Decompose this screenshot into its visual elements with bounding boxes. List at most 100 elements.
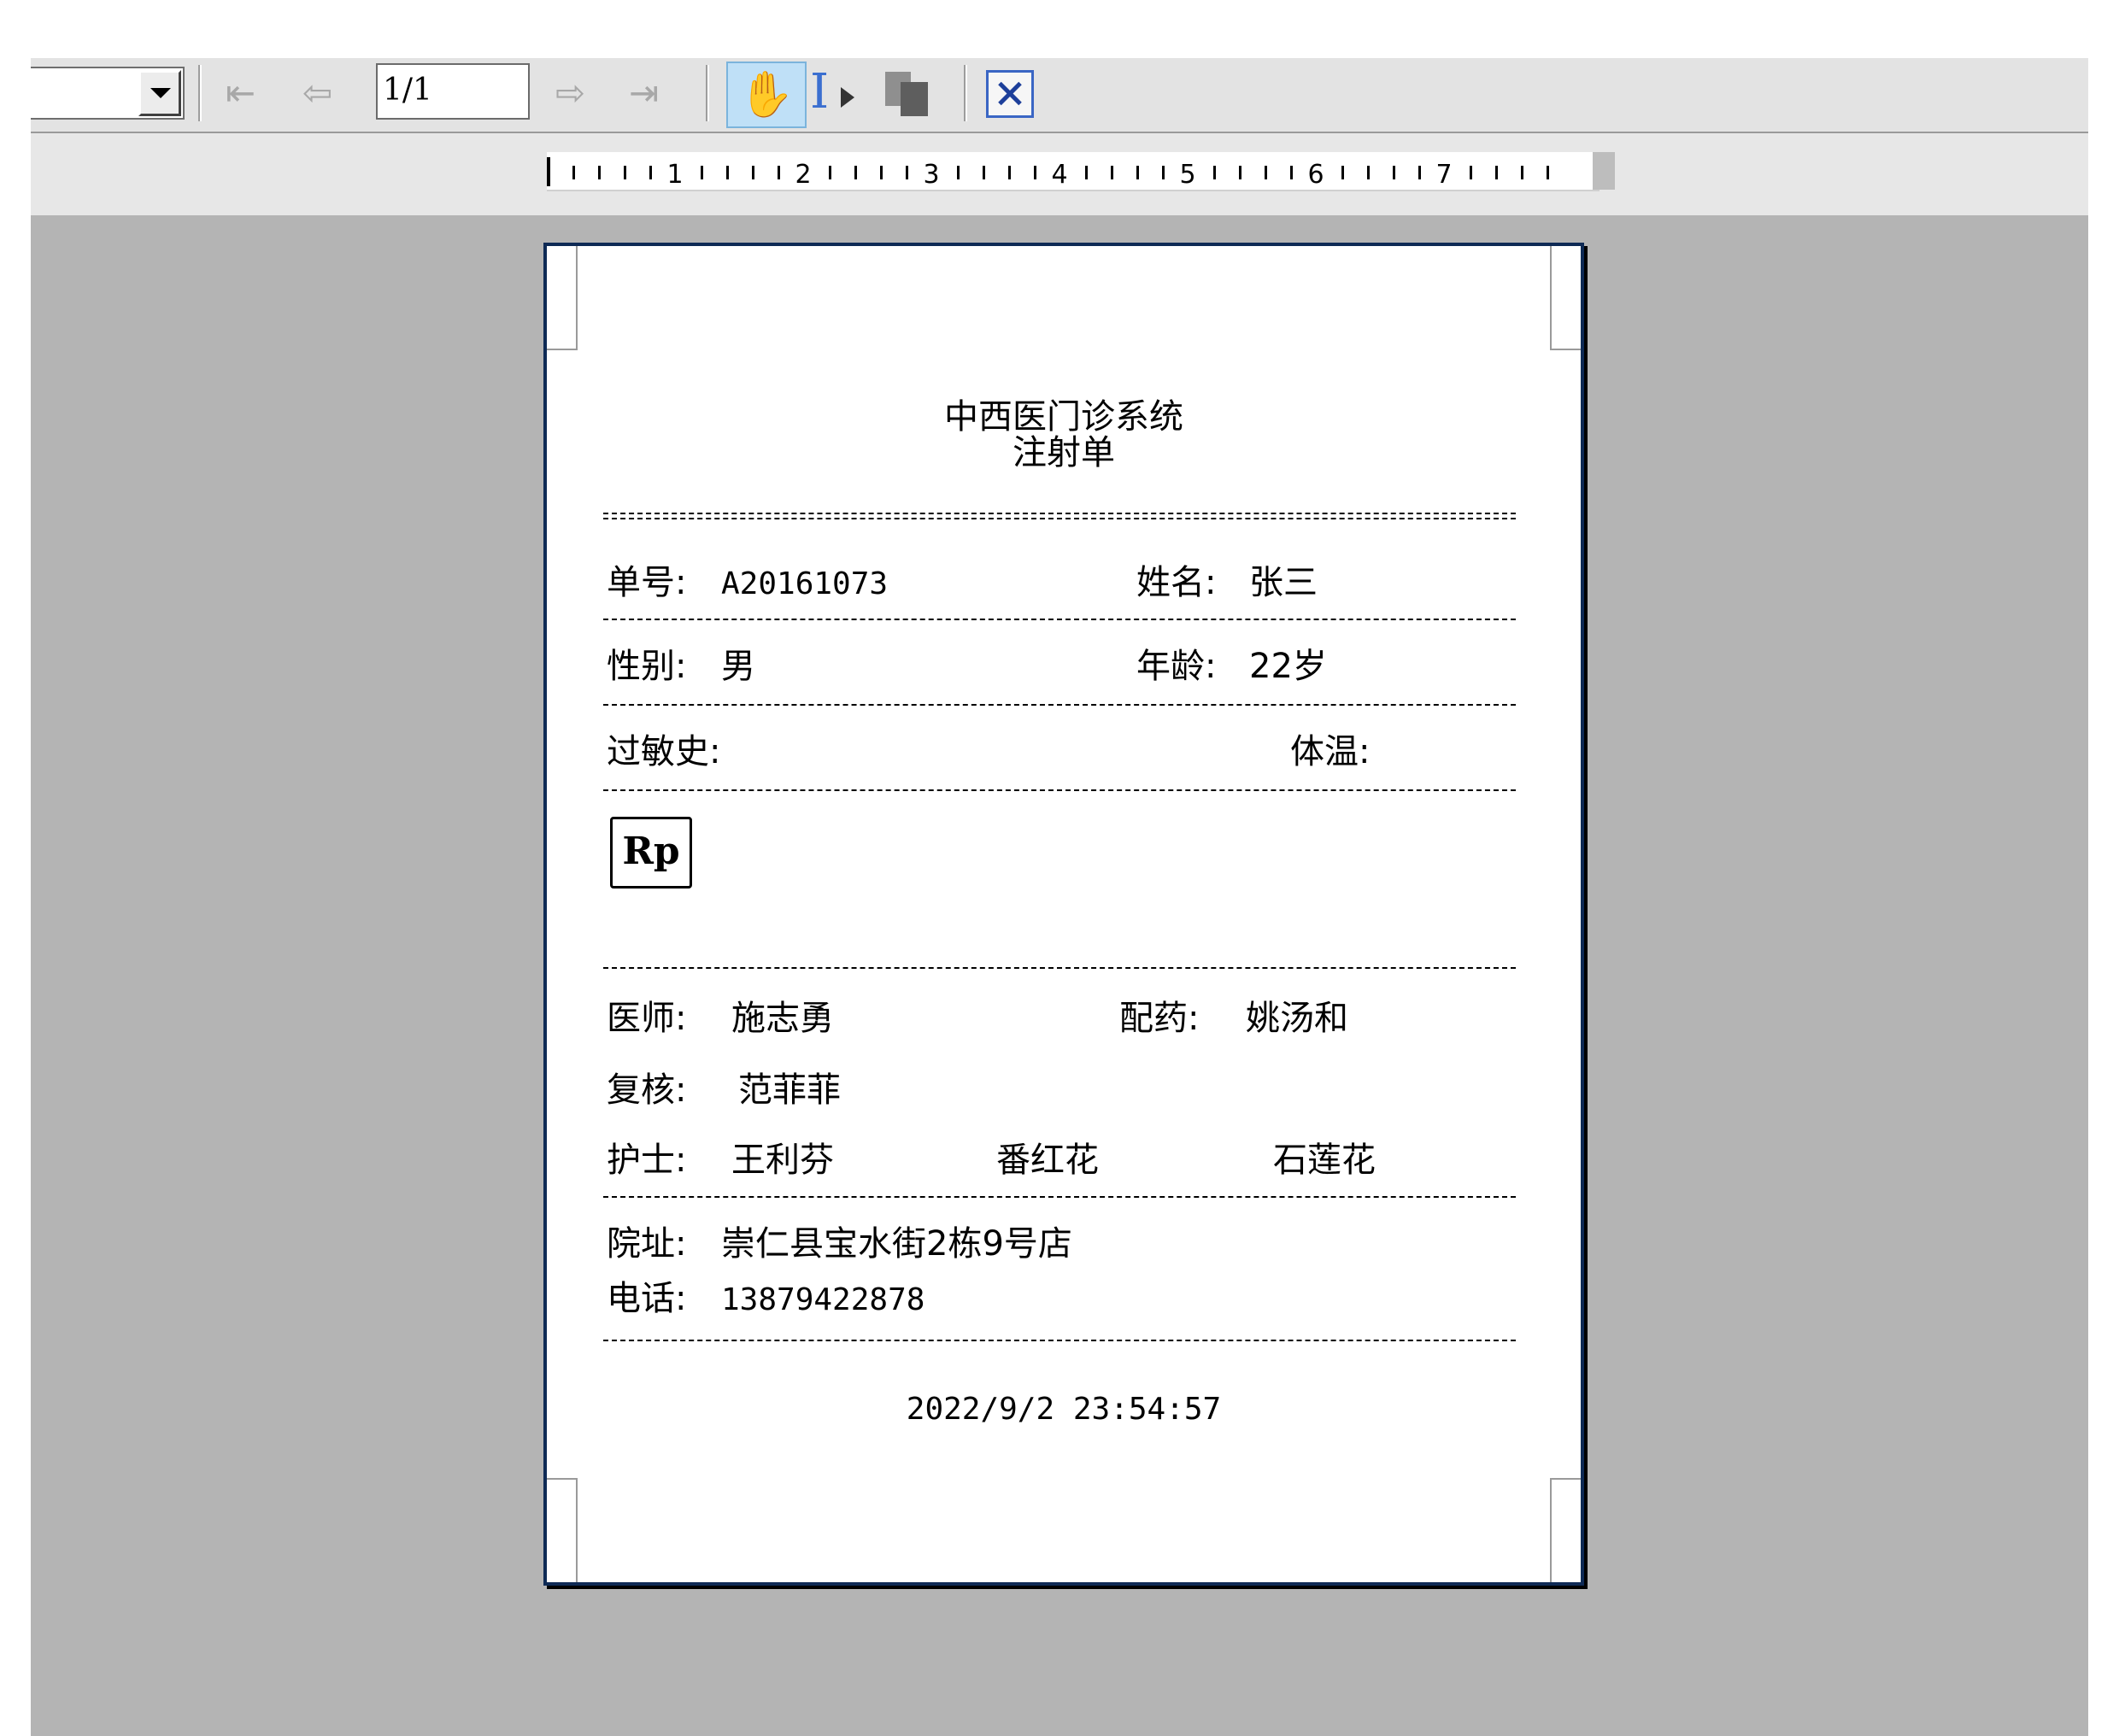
ruler-margin-handle[interactable] (1593, 152, 1615, 190)
ruler-tick (1521, 166, 1523, 179)
row-divider (603, 1340, 1516, 1341)
age-value: 22岁 (1249, 647, 1327, 686)
row-divider (603, 1196, 1516, 1198)
address-label: 院址: (607, 1224, 687, 1264)
ruler-tick (880, 166, 883, 179)
zoom-select[interactable] (31, 67, 185, 120)
ruler-tick (1418, 166, 1421, 179)
report-title: 中西医门诊系统 (944, 397, 1183, 437)
close-icon[interactable] (986, 70, 1034, 118)
phone-label: 电话: (607, 1279, 687, 1318)
last-page-icon[interactable]: ⇥ (629, 70, 659, 116)
copy-icon[interactable] (885, 72, 931, 118)
ruler-tick (726, 166, 729, 179)
toolbar-separator (964, 65, 967, 121)
row-divider (603, 789, 1516, 791)
phone-value: 13879422878 (721, 1282, 925, 1317)
ruler-tick (1085, 166, 1088, 179)
horizontal-ruler: 1 2 3 4 5 6 7 (547, 152, 1600, 191)
print-timestamp: 2022/9/2 23:54:57 (906, 1392, 1222, 1427)
ruler-tick (1341, 166, 1344, 179)
ruler-tick (1034, 166, 1036, 179)
row-divider (603, 704, 1516, 706)
order-label: 单号: (607, 563, 687, 602)
address-value: 崇仁县宝水街2栋9号店 (721, 1224, 1072, 1264)
text-select-arrow-icon (841, 87, 854, 108)
ruler-tick (624, 166, 626, 179)
doctor-value: 施志勇 (731, 999, 834, 1038)
previous-page-icon[interactable]: ⇦ (302, 70, 332, 116)
report-page: 中西医门诊系统 注射单 单号: A20161073 姓名: 张三 性别: 男 年… (543, 243, 1584, 1586)
review-value: 范菲菲 (738, 1070, 841, 1110)
ruler-band: 1 2 3 4 5 6 7 (31, 133, 2088, 215)
nurse-value: 石莲花 (1273, 1141, 1376, 1180)
dispense-value: 姚汤和 (1246, 999, 1348, 1038)
hand-tool-button[interactable]: ✋ (726, 62, 807, 128)
ruler-tick (1495, 166, 1498, 179)
ruler-tick (1111, 166, 1113, 179)
rp-symbol: Rp (610, 817, 692, 889)
order-value: A20161073 (721, 566, 889, 601)
report-subtitle: 注射单 (1013, 433, 1115, 472)
ruler-tick (1265, 166, 1267, 179)
ruler-label: 4 (1051, 160, 1067, 190)
ruler-label: 6 (1307, 160, 1324, 190)
age-label: 年龄: (1136, 647, 1217, 686)
ruler-tick (1547, 166, 1549, 179)
first-page-icon[interactable]: ⇤ (226, 70, 255, 116)
ruler-label: 2 (795, 160, 811, 190)
ruler-origin-mark (547, 157, 550, 186)
ruler-tick (854, 166, 857, 179)
ruler-tick (983, 166, 985, 179)
temperature-label: 体温: (1290, 732, 1371, 771)
sex-label: 性别: (607, 647, 687, 686)
ruler-tick (1213, 166, 1216, 179)
toolbar-separator (706, 65, 709, 121)
ruler-tick (906, 166, 908, 179)
sex-value: 男 (721, 647, 755, 686)
next-page-icon[interactable]: ⇨ (555, 70, 585, 116)
ruler-tick (1136, 166, 1139, 179)
margin-corner (547, 246, 578, 350)
ruler-tick (1367, 166, 1370, 179)
text-select-icon[interactable]: I (810, 67, 829, 118)
preview-toolbar: ⇤ ⇦ 1/1 ⇨ ⇥ ✋ I (31, 58, 2088, 133)
ruler-tick (957, 166, 960, 179)
nurse-value: 王利芬 (731, 1141, 834, 1180)
ruler-label: 3 (923, 160, 939, 190)
ruler-tick (649, 166, 652, 179)
row-divider (603, 967, 1516, 969)
toolbar-separator (198, 65, 202, 121)
ruler-label: 5 (1179, 160, 1195, 190)
ruler-tick (1162, 166, 1165, 179)
ruler-tick (1239, 166, 1241, 179)
nurse-value: 番红花 (996, 1141, 1099, 1180)
ruler-tick (1008, 166, 1011, 179)
page-number-input[interactable]: 1/1 (376, 63, 530, 120)
name-value: 张三 (1249, 563, 1318, 602)
ruler-tick (701, 166, 703, 179)
doctor-label: 医师: (607, 999, 687, 1038)
name-label: 姓名: (1136, 563, 1217, 602)
hand-tool-icon: ✋ (738, 69, 795, 120)
dropdown-arrow-icon[interactable] (138, 70, 181, 116)
ruler-tick (1290, 166, 1293, 179)
ruler-tick (829, 166, 831, 179)
ruler-tick (598, 166, 601, 179)
ruler-tick (1470, 166, 1472, 179)
row-divider (603, 619, 1516, 620)
review-label: 复核: (607, 1070, 687, 1110)
nurse-label: 护士: (607, 1141, 687, 1180)
ruler-label: 7 (1435, 160, 1452, 190)
margin-corner (1550, 1478, 1581, 1582)
allergy-label: 过敏史: (607, 732, 721, 771)
ruler-label: 1 (666, 160, 683, 190)
ruler-tick (1393, 166, 1395, 179)
double-divider (603, 513, 1516, 519)
dispense-label: 配药: (1119, 999, 1200, 1038)
margin-corner (1550, 246, 1581, 350)
ruler-tick (572, 166, 575, 179)
ruler-tick (778, 166, 780, 179)
margin-corner (547, 1478, 578, 1582)
preview-canvas[interactable]: 中西医门诊系统 注射单 单号: A20161073 姓名: 张三 性别: 男 年… (31, 215, 2088, 1736)
